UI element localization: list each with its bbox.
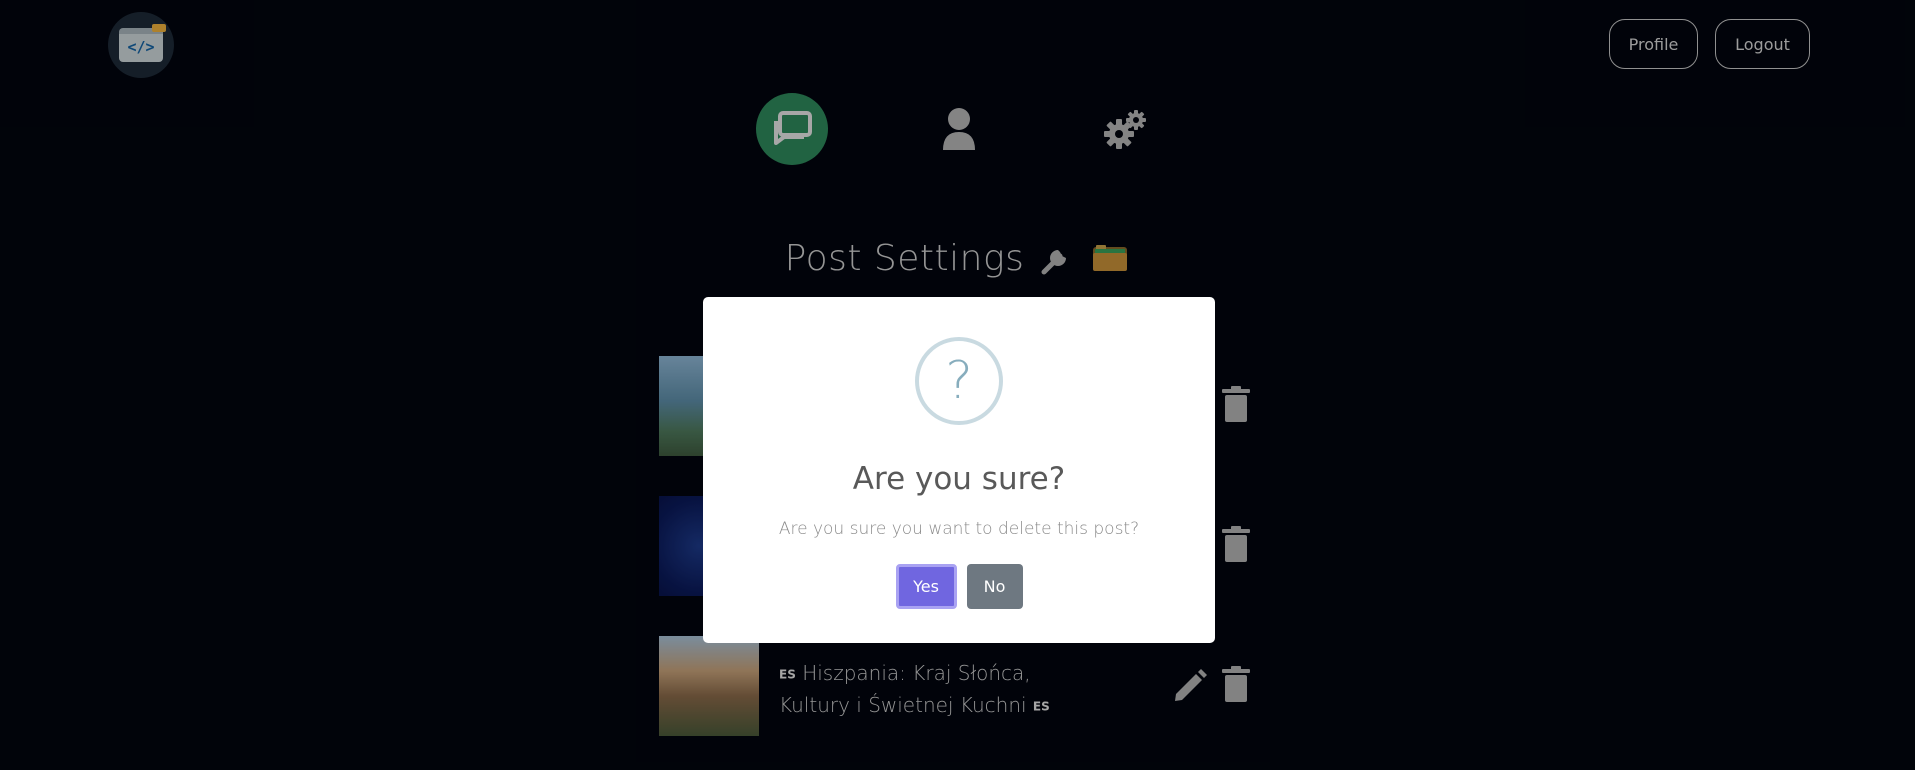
confirm-yes-button[interactable]: Yes xyxy=(895,564,957,609)
cancel-no-button[interactable]: No xyxy=(966,564,1023,609)
dialog-actions: Yes No xyxy=(895,564,1023,609)
dialog-title: Are you sure? xyxy=(852,461,1066,497)
question-icon: ? xyxy=(915,337,1003,425)
dialog-message: Are you sure you want to delete this pos… xyxy=(778,519,1140,539)
confirm-delete-dialog: ? Are you sure? Are you sure you want to… xyxy=(703,297,1215,643)
